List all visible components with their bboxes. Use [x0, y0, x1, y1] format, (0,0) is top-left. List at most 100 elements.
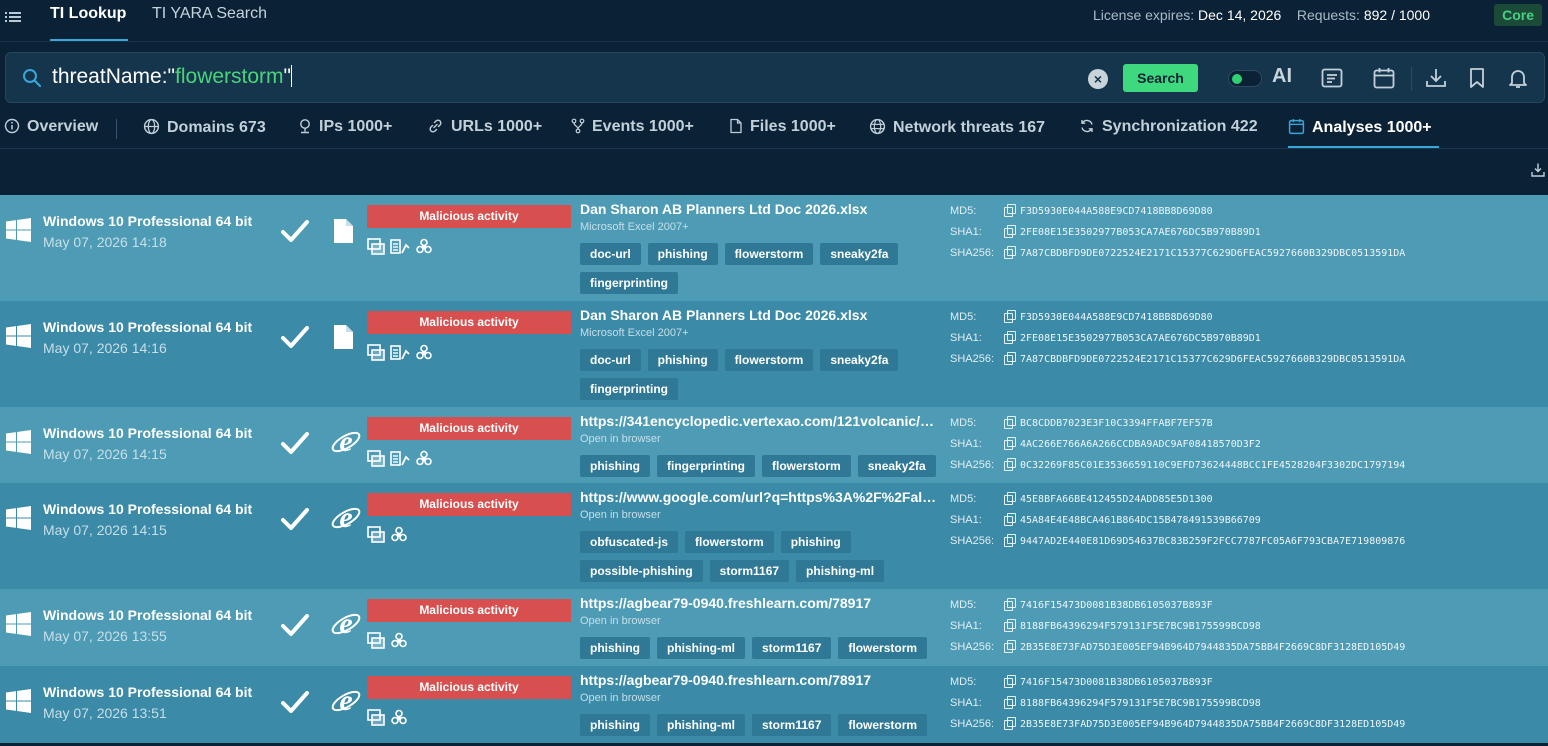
tag[interactable]: phishing: [647, 349, 718, 371]
download-icon[interactable]: [1424, 66, 1448, 90]
copy-icon[interactable]: [1004, 675, 1016, 688]
search-button[interactable]: Search: [1123, 64, 1198, 92]
tag[interactable]: fingerprinting: [580, 378, 678, 400]
md5-value[interactable]: 45E8BFA66BE412455D24ADD85E5D1300: [1020, 494, 1213, 505]
copy-icon[interactable]: [1004, 458, 1016, 471]
copy-icon[interactable]: [1004, 437, 1016, 450]
list-view-icon[interactable]: [1320, 66, 1344, 90]
sha256-value[interactable]: 7A87CBDBFD9DE0722524E2171C15377C629D6FEA…: [1020, 354, 1405, 365]
task-title[interactable]: Dan Sharon AB Planners Ltd Doc 2026.xlsx: [580, 201, 940, 217]
copy-icon[interactable]: [1004, 598, 1016, 611]
tag[interactable]: flowerstorm: [762, 455, 851, 477]
tag[interactable]: sneaky2fa: [820, 243, 899, 265]
tag[interactable]: flowerstorm: [724, 349, 814, 371]
analysis-row[interactable]: Windows 10 Professional 64 bit May 07, 20…: [0, 407, 1548, 483]
tag[interactable]: storm1167: [709, 560, 790, 582]
tab-urls[interactable]: URLs 1000+: [427, 118, 542, 136]
md5-value[interactable]: 7416F15473D0081B38DB6105037B893F: [1020, 600, 1213, 611]
tag[interactable]: phishing-ml: [796, 560, 885, 582]
menu-icon[interactable]: [5, 10, 21, 24]
md5-value[interactable]: BC8CDDB7023E3F10C3394FFABF7EF57B: [1020, 418, 1213, 429]
copy-icon[interactable]: [1004, 204, 1016, 217]
network-activity-icon: [390, 451, 410, 466]
bookmark-icon[interactable]: [1465, 66, 1489, 90]
tag[interactable]: doc-url: [580, 243, 641, 265]
copy-icon[interactable]: [1004, 246, 1016, 259]
tag[interactable]: fingerprinting: [580, 272, 678, 294]
md5-value[interactable]: F3D5930E044A588E9CD7418BB8D69D80: [1020, 312, 1213, 323]
tab-network-threats[interactable]: Network threats 167: [869, 118, 1045, 137]
export-icon[interactable]: [1530, 162, 1546, 178]
bell-icon[interactable]: [1506, 66, 1530, 90]
tag[interactable]: phishing: [780, 531, 851, 553]
copy-icon[interactable]: [1004, 310, 1016, 323]
tag[interactable]: possible-phishing: [580, 560, 703, 582]
sha256-value[interactable]: 9447AD2E440E81D69D54637BC83B259F2FCC7787…: [1020, 536, 1405, 547]
tag[interactable]: phishing: [580, 455, 650, 477]
tag[interactable]: fingerprinting: [657, 455, 755, 477]
tab-analyses[interactable]: Analyses 1000+: [1288, 118, 1432, 137]
copy-icon[interactable]: [1004, 513, 1016, 526]
tab-domains[interactable]: Domains 673: [143, 118, 266, 137]
tag[interactable]: storm1167: [752, 637, 832, 659]
copy-icon[interactable]: [1004, 717, 1016, 730]
copy-icon[interactable]: [1004, 331, 1016, 344]
sha1-value[interactable]: 45A84E4E48BCA461B864DC15B478491539B66709: [1020, 515, 1261, 526]
sha256-value[interactable]: 2B35E8E73FAD75D3E005EF94B964D7944835DA75…: [1020, 719, 1405, 730]
task-title[interactable]: https://www.google.com/url?q=https%3A%2F…: [580, 489, 940, 505]
tag[interactable]: doc-url: [580, 349, 641, 371]
tag[interactable]: phishing: [647, 243, 718, 265]
copy-icon[interactable]: [1004, 225, 1016, 238]
tag[interactable]: phishing: [580, 637, 650, 659]
task-title[interactable]: https://341encyclopedic.vertexao.com/121…: [580, 413, 940, 429]
copy-icon[interactable]: [1004, 640, 1016, 653]
sha1-value[interactable]: 8188FB64396294F579131F5E7BC9B175599BCD98: [1020, 621, 1261, 632]
tag[interactable]: phishing: [580, 714, 650, 736]
sha1-value[interactable]: 8188FB64396294F579131F5E7BC9B175599BCD98: [1020, 698, 1261, 709]
md5-value[interactable]: 7416F15473D0081B38DB6105037B893F: [1020, 677, 1213, 688]
active-tab-indicator: [1288, 146, 1439, 148]
tag[interactable]: storm1167: [752, 714, 832, 736]
tag[interactable]: sneaky2fa: [857, 455, 936, 477]
copy-icon[interactable]: [1004, 619, 1016, 632]
clear-search-icon[interactable]: ×: [1088, 69, 1108, 89]
md5-value[interactable]: F3D5930E044A588E9CD7418BB8D69D80: [1020, 206, 1213, 217]
tag[interactable]: flowerstorm: [685, 531, 774, 553]
ai-toggle[interactable]: [1228, 70, 1262, 87]
tab-files[interactable]: Files 1000+: [729, 118, 836, 136]
tab-ti-yara-search[interactable]: TI YARA Search: [152, 5, 267, 23]
tab-synchronization[interactable]: Synchronization 422: [1079, 118, 1258, 136]
analysis-row[interactable]: Windows 10 Professional 64 bit May 07, 20…: [0, 666, 1548, 743]
analysis-row[interactable]: Windows 10 Professional 64 bit May 07, 20…: [0, 483, 1548, 589]
copy-icon[interactable]: [1004, 534, 1016, 547]
tag[interactable]: flowerstorm: [838, 637, 928, 659]
calendar-icon[interactable]: [1372, 66, 1396, 90]
analysis-row[interactable]: Windows 10 Professional 64 bit May 07, 20…: [0, 195, 1548, 301]
task-title[interactable]: https://agbear79-0940.freshlearn.com/789…: [580, 595, 940, 611]
copy-icon[interactable]: [1004, 696, 1016, 709]
copy-icon[interactable]: [1004, 416, 1016, 429]
sha256-value[interactable]: 7A87CBDBFD9DE0722524E2171C15377C629D6FEA…: [1020, 248, 1405, 259]
tag[interactable]: phishing-ml: [657, 714, 745, 736]
tag[interactable]: flowerstorm: [838, 714, 928, 736]
sha256-value[interactable]: 0C32269F85C01E3536659110C9EFD73624448BCC…: [1020, 460, 1405, 471]
analysis-row[interactable]: Windows 10 Professional 64 bit May 07, 20…: [0, 301, 1548, 407]
sha256-value[interactable]: 2B35E8E73FAD75D3E005EF94B964D7944835DA75…: [1020, 642, 1405, 653]
tab-ti-lookup[interactable]: TI Lookup: [50, 5, 126, 23]
tag[interactable]: phishing-ml: [657, 637, 745, 659]
task-title[interactable]: Dan Sharon AB Planners Ltd Doc 2026.xlsx: [580, 307, 940, 323]
tab-overview[interactable]: Overview: [4, 118, 98, 136]
sha1-value[interactable]: 4AC266E766A6A266CCDBA9ADC9AF08418570D3F2: [1020, 439, 1261, 450]
copy-icon[interactable]: [1004, 492, 1016, 505]
tab-ips[interactable]: IPs 1000+: [298, 118, 392, 136]
tag[interactable]: sneaky2fa: [820, 349, 899, 371]
tab-events[interactable]: Events 1000+: [571, 118, 694, 136]
tag[interactable]: obfuscated-js: [580, 531, 679, 553]
search-input[interactable]: threatName:"flowerstorm": [52, 65, 293, 89]
copy-icon[interactable]: [1004, 352, 1016, 365]
analysis-row[interactable]: Windows 10 Professional 64 bit May 07, 20…: [0, 589, 1548, 666]
sha1-value[interactable]: 2FE08E15E3502977B053CA7AE676DC5B970B89D1: [1020, 227, 1261, 238]
sha1-value[interactable]: 2FE08E15E3502977B053CA7AE676DC5B970B89D1: [1020, 333, 1261, 344]
task-title[interactable]: https://agbear79-0940.freshlearn.com/789…: [580, 672, 940, 688]
tag[interactable]: flowerstorm: [724, 243, 814, 265]
